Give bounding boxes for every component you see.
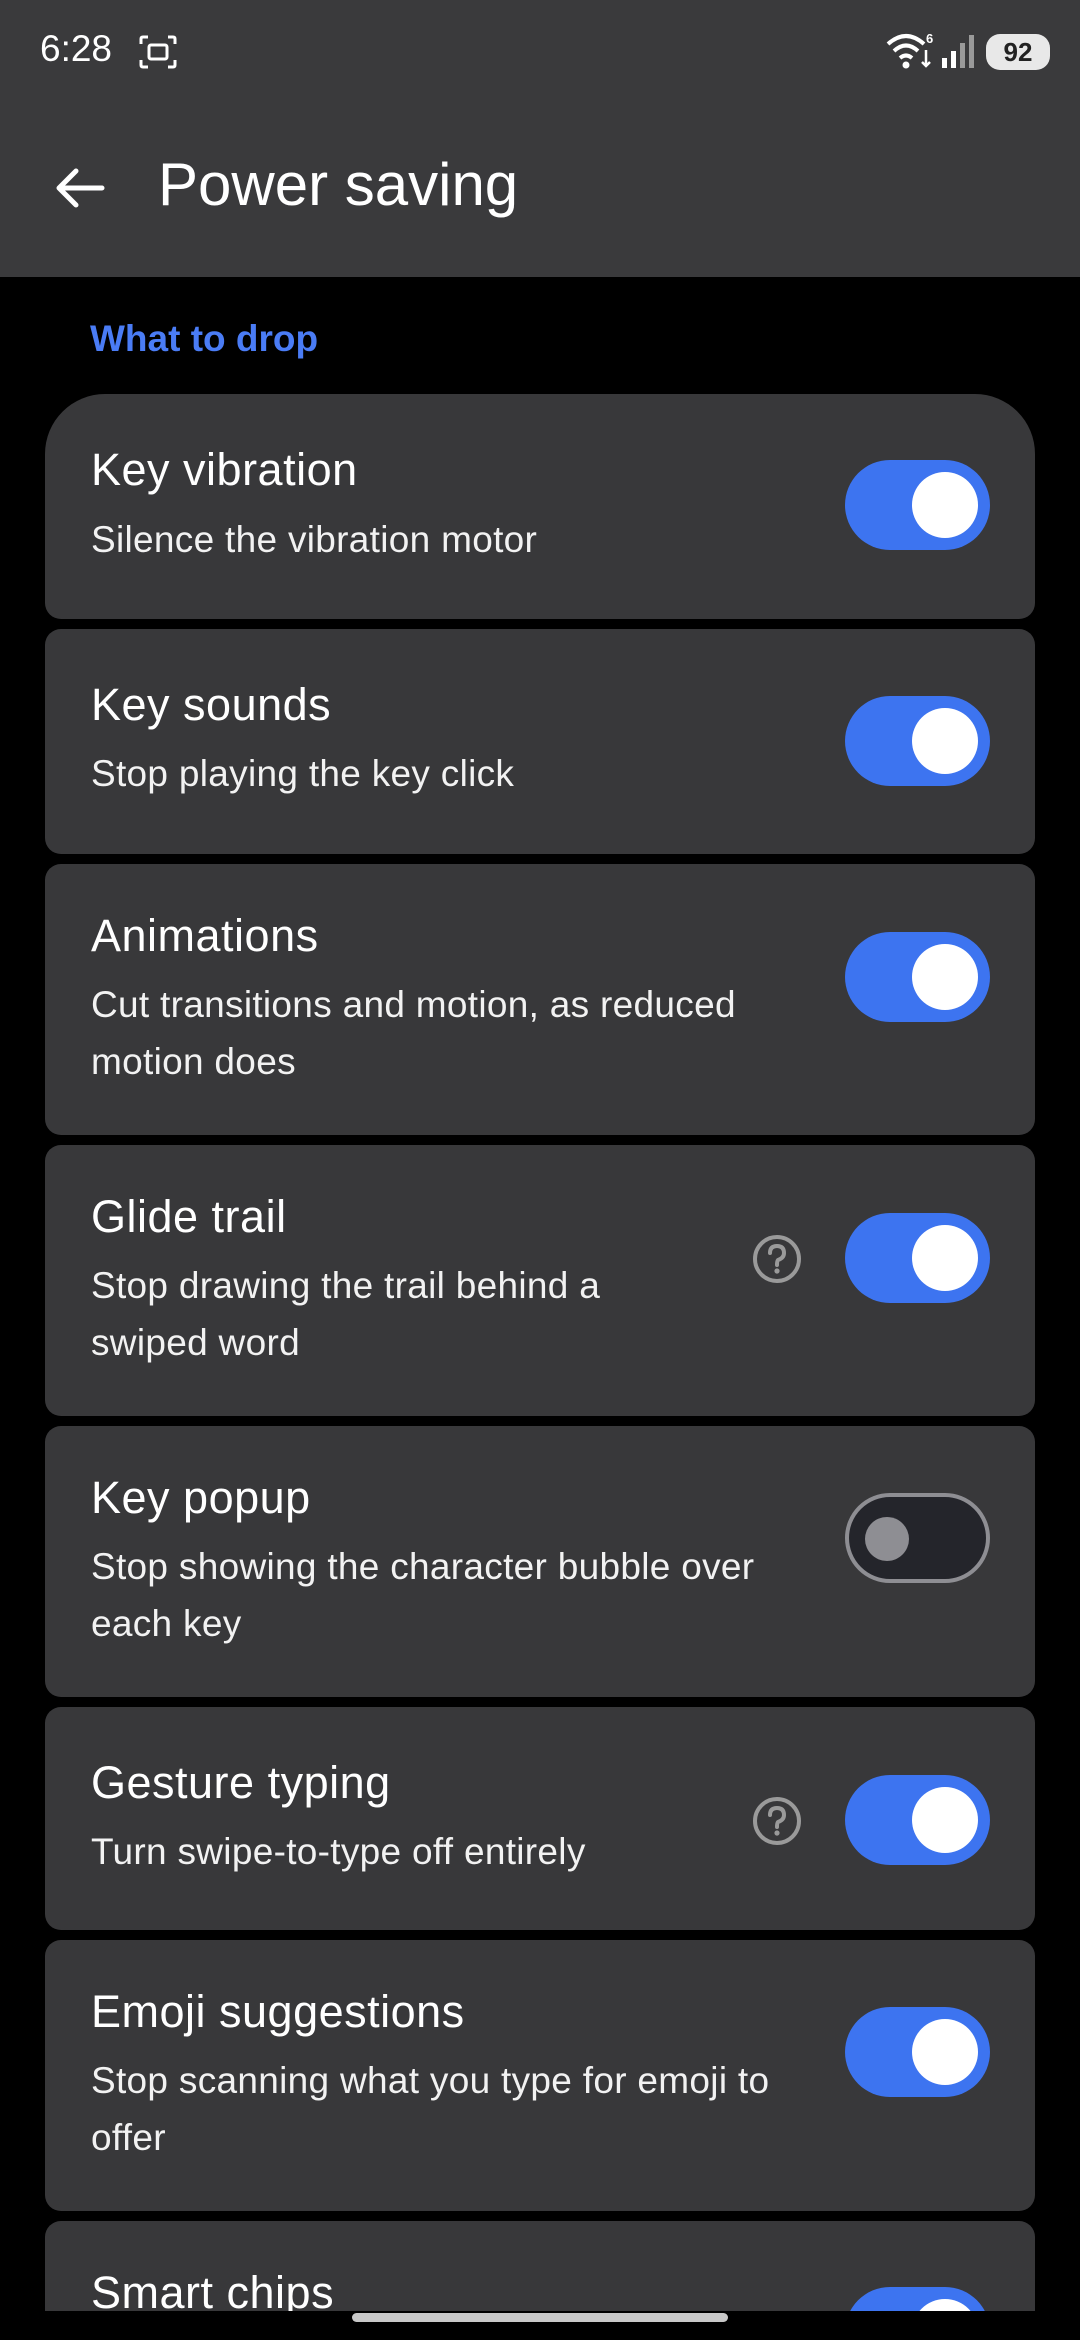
toggle-switch[interactable] — [845, 460, 990, 550]
app-bar: Power saving — [0, 100, 1080, 277]
setting-description: Turn swipe-to-type off entirely — [91, 1831, 586, 1872]
setting-key-vibration[interactable]: Key vibration Silence the vibration moto… — [45, 394, 1035, 619]
toggle-knob — [912, 2019, 978, 2085]
section-header: What to drop — [90, 318, 319, 359]
status-bar: 6:28 6 92 — [0, 0, 1080, 100]
setting-animations[interactable]: Animations Cut transitions and motion, a… — [45, 864, 1035, 1135]
setting-glide-trail[interactable]: Glide trail Stop drawing the trail behin… — [45, 1145, 1035, 1416]
setting-description: Cut transitions and motion, as reduced m… — [91, 984, 736, 1082]
setting-gesture-typing[interactable]: Gesture typing Turn swipe-to-type off en… — [45, 1707, 1035, 1930]
setting-description: Stop drawing the trail behind a swiped w… — [91, 1265, 601, 1363]
setting-label: Key sounds — [91, 679, 332, 730]
setting-description: Stop scanning what you type for emoji to… — [91, 2060, 770, 2158]
toggle-switch[interactable] — [845, 1775, 990, 1865]
status-time: 6:28 — [40, 28, 113, 69]
back-button[interactable] — [40, 148, 120, 228]
battery-indicator: 92 — [986, 34, 1050, 70]
screenshot-icon — [139, 35, 177, 69]
home-indicator[interactable] — [352, 2313, 728, 2322]
toggle-knob — [865, 1517, 909, 1561]
setting-label: Key popup — [91, 1472, 311, 1523]
toggle-switch[interactable] — [845, 1493, 990, 1583]
signal-icon — [942, 35, 974, 68]
setting-description: Stop showing the character bubble over e… — [91, 1546, 755, 1644]
toggle-switch[interactable] — [845, 1213, 990, 1303]
setting-label: Smart chips — [91, 2267, 335, 2311]
toggle-switch[interactable] — [845, 932, 990, 1022]
setting-description: Stop playing the key click — [91, 753, 515, 794]
toggle-knob — [912, 944, 978, 1010]
setting-description: Silence the vibration motor — [91, 519, 538, 560]
setting-label: Emoji suggestions — [91, 1986, 465, 2037]
help-icon[interactable] — [751, 1233, 803, 1285]
toggle-switch[interactable] — [845, 696, 990, 786]
toggle-knob — [912, 1225, 978, 1291]
help-icon[interactable] — [751, 1795, 803, 1847]
setting-key-sounds[interactable]: Key sounds Stop playing the key click — [45, 629, 1035, 854]
setting-smart-chips[interactable]: Smart chips — [45, 2221, 1035, 2311]
setting-label: Gesture typing — [91, 1757, 391, 1808]
page-title: Power saving — [158, 151, 519, 218]
wifi-icon: 6 — [886, 31, 933, 69]
setting-label: Key vibration — [91, 444, 358, 495]
toggle-knob — [912, 2299, 978, 2311]
toggle-switch[interactable] — [845, 2287, 990, 2311]
setting-label: Animations — [91, 910, 319, 961]
toggle-knob — [912, 472, 978, 538]
network-badge: 6 — [926, 31, 933, 46]
arrow-back-icon — [56, 168, 105, 208]
toggle-knob — [912, 708, 978, 774]
settings-list: Key vibration Silence the vibration moto… — [45, 394, 1035, 2321]
setting-key-popup[interactable]: Key popup Stop showing the character bub… — [45, 1426, 1035, 1697]
setting-label: Glide trail — [91, 1191, 287, 1242]
toggle-switch[interactable] — [845, 2007, 990, 2097]
toggle-knob — [912, 1787, 978, 1853]
setting-emoji-suggestions[interactable]: Emoji suggestions Stop scanning what you… — [45, 1940, 1035, 2211]
